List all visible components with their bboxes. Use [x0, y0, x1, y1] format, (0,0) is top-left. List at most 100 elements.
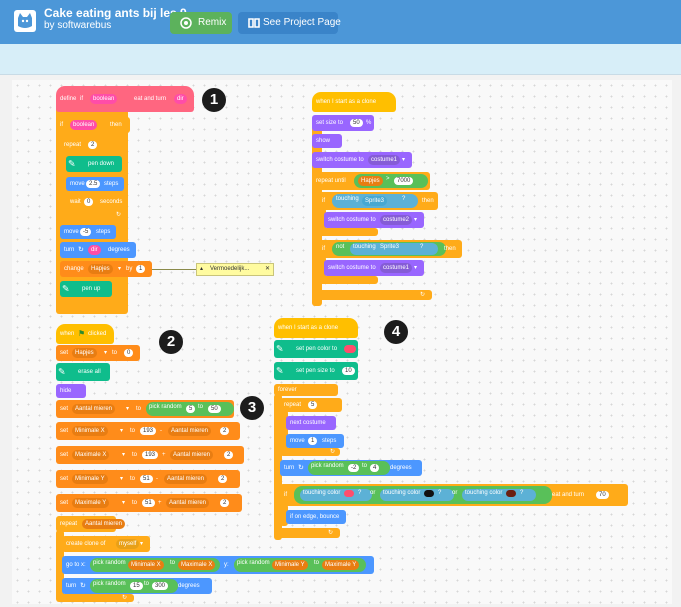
variable-reporter[interactable]: Maximale Y — [322, 560, 360, 570]
costume-dropdown[interactable]: costume1 — [368, 155, 401, 165]
sprite-dropdown[interactable]: Sprite3 — [380, 244, 399, 250]
turn-dir-block[interactable]: turn ↻ dir degrees — [60, 242, 136, 258]
variable-reporter[interactable]: Minimale X — [128, 560, 164, 570]
show-block[interactable]: show — [312, 134, 342, 148]
set-hapjes-block[interactable]: set Hapjes ▾ to 0 — [56, 345, 140, 361]
if-touching-color-block[interactable]: if touching color ? or touching color ? … — [280, 484, 628, 506]
value-input[interactable]: 51 — [142, 499, 155, 507]
set-pen-color-block[interactable]: ✎ set pen color to — [274, 340, 358, 358]
touching-color-pink[interactable]: touching color ? — [300, 489, 372, 501]
define-eat-and-turn-block[interactable]: define if boolean eat and turn dir — [56, 86, 194, 112]
greater-than-reporter[interactable]: Hapjes > 7000 — [354, 174, 428, 188]
repeat-until-block[interactable]: repeat until Hapjes > 7000 — [312, 172, 430, 190]
sprite-dropdown[interactable]: Sprite3 — [362, 196, 388, 206]
next-costume-block[interactable]: next costume — [286, 416, 336, 430]
erase-all-block[interactable]: ✎ erase all — [56, 363, 110, 381]
variable-dropdown[interactable]: Maximale Y — [72, 498, 110, 508]
when-start-as-clone-hat-2[interactable]: when I start as a clone — [274, 318, 358, 338]
pen-size-input[interactable]: 10 — [342, 367, 355, 375]
boolean-reporter[interactable]: boolean — [70, 120, 98, 130]
hide-block[interactable]: hide — [56, 384, 86, 398]
variable-dropdown[interactable]: Minimale Y — [72, 474, 108, 484]
color-swatch-black[interactable] — [424, 490, 434, 497]
not-reporter[interactable]: not touching Sprite3 ? — [332, 242, 446, 256]
random-to-input[interactable]: 50 — [208, 405, 221, 413]
variable-reporter[interactable]: Aantal mieren — [164, 474, 208, 484]
random-to-input[interactable]: 4 — [370, 464, 380, 472]
random-from-input[interactable]: 15 — [130, 582, 143, 590]
turn-random-block-2[interactable]: turn ↻ pick random -2 to 4 degrees — [280, 460, 422, 476]
create-clone-block[interactable]: create clone of myself ▾ — [62, 536, 150, 552]
variable-reporter[interactable]: Aantal mieren — [170, 450, 214, 460]
set-input[interactable]: 0 — [124, 349, 134, 357]
set-size-block[interactable]: set size to 50 % — [312, 115, 374, 131]
code-canvas[interactable]: define if boolean eat and turn dir if bo… — [12, 80, 672, 604]
variable-reporter[interactable]: Aantal mieren — [166, 498, 210, 508]
touching-reporter[interactable]: touching Sprite3 ? — [332, 194, 418, 208]
value-input[interactable]: 51 — [140, 475, 153, 483]
clone-target-dropdown[interactable]: myself — [116, 539, 140, 549]
until-input[interactable]: 7000 — [394, 177, 414, 185]
if-boolean-block[interactable]: if boolean then — [56, 117, 130, 133]
comment-note[interactable]: ▴ Vermoedelijk... ✕ — [196, 263, 274, 276]
touching-reporter[interactable]: touching Sprite3 ? — [350, 243, 438, 255]
move-input[interactable]: -5 — [80, 228, 92, 236]
random-to-input[interactable]: 300 — [152, 582, 169, 590]
repeat-input[interactable]: 5 — [308, 401, 318, 409]
variable-dropdown[interactable]: Hapjes — [72, 348, 97, 358]
close-icon[interactable]: ✕ — [265, 264, 270, 275]
set-aantal-mieren-block[interactable]: set Aantal mieren ▾ to pick random 5 to … — [56, 400, 234, 418]
pick-random-reporter[interactable]: pick random Minimale X to Maximale X — [90, 558, 220, 572]
set-pen-size-block[interactable]: ✎ set pen size to 10 — [274, 362, 358, 380]
touching-color-brown[interactable]: touching color ? — [462, 489, 536, 501]
pen-up-block[interactable]: ✎ pen up — [60, 281, 112, 297]
switch-costume-1b-block[interactable]: switch costume to costume1 ▾ — [324, 260, 424, 276]
variable-reporter[interactable]: Maximale X — [178, 560, 216, 570]
by-input[interactable]: 1 — [136, 265, 146, 273]
if-touching-block[interactable]: if touching Sprite3 ? then — [318, 192, 438, 210]
costume-dropdown[interactable]: costume2 — [380, 215, 413, 225]
value-input[interactable]: 2 — [220, 499, 230, 507]
pick-random-reporter[interactable]: pick random -2 to 4 — [308, 461, 390, 475]
set-minimale-x-block[interactable]: set Minimale X ▾ to 193 - Aantal mieren … — [56, 422, 240, 440]
turn-random-block[interactable]: turn ↻ pick random 15 to 300 degrees — [62, 578, 212, 594]
dir-param[interactable]: dir — [174, 94, 187, 104]
set-maximale-x-block[interactable]: set Maximale X ▾ to 193 + Aantal mieren … — [56, 446, 244, 464]
variable-reporter[interactable]: Aantal mieren — [82, 519, 126, 529]
variable-dropdown[interactable]: Aantal mieren — [72, 404, 116, 414]
pen-color-swatch[interactable] — [344, 345, 356, 353]
remix-button[interactable]: Remix — [170, 12, 232, 34]
dir-reporter[interactable]: dir — [88, 245, 101, 255]
costume-dropdown[interactable]: costume1 — [380, 263, 413, 273]
color-swatch-pink[interactable] — [344, 490, 354, 497]
variable-dropdown[interactable]: Hapjes — [88, 264, 113, 274]
value-input[interactable]: 193 — [140, 427, 157, 435]
pick-random-reporter[interactable]: pick random 5 to 50 — [146, 402, 234, 416]
repeat-input[interactable]: 2 — [88, 141, 98, 149]
pick-random-reporter[interactable]: pick random Minimale Y to Maximale Y — [234, 558, 366, 572]
change-hapjes-block[interactable]: change Hapjes ▾ by 1 — [60, 261, 152, 277]
random-from-input[interactable]: -2 — [348, 464, 360, 472]
boolean-param[interactable]: boolean — [90, 94, 118, 104]
wait-input[interactable]: 0 — [84, 198, 94, 206]
if-not-touching-block[interactable]: if not touching Sprite3 ? then — [318, 240, 462, 258]
move-1-block[interactable]: move 1 steps — [286, 434, 344, 448]
size-input[interactable]: 50 — [350, 119, 363, 127]
variable-reporter[interactable]: Hapjes — [358, 176, 383, 186]
move-back-block[interactable]: move -5 steps — [60, 225, 116, 239]
wait-block[interactable]: wait 0 seconds — [66, 195, 128, 209]
repeat-2-block[interactable]: repeat 2 — [60, 138, 106, 152]
see-project-page-button[interactable]: See Project Page — [238, 12, 341, 34]
set-minimale-y-block[interactable]: set Minimale Y ▾ to 51 - Aantal mieren 2 — [56, 470, 240, 488]
move-input[interactable]: 2.5 — [86, 180, 101, 188]
value-input[interactable]: 2 — [218, 475, 228, 483]
variable-reporter[interactable]: Minimale Y — [272, 560, 308, 570]
when-flag-clicked-block[interactable]: when ⚑ clicked — [56, 324, 114, 344]
project-author[interactable]: by softwarebus — [44, 20, 111, 31]
move-steps-block[interactable]: move 2.5 steps — [66, 177, 124, 191]
repeat-aantal-mieren-block[interactable]: repeat Aantal mieren — [56, 516, 126, 532]
value-input[interactable]: 193 — [142, 451, 159, 459]
repeat-5-block[interactable]: repeat 5 — [280, 398, 342, 412]
variable-dropdown[interactable]: Minimale X — [72, 426, 108, 436]
touching-color-black[interactable]: touching color ? — [380, 489, 454, 501]
